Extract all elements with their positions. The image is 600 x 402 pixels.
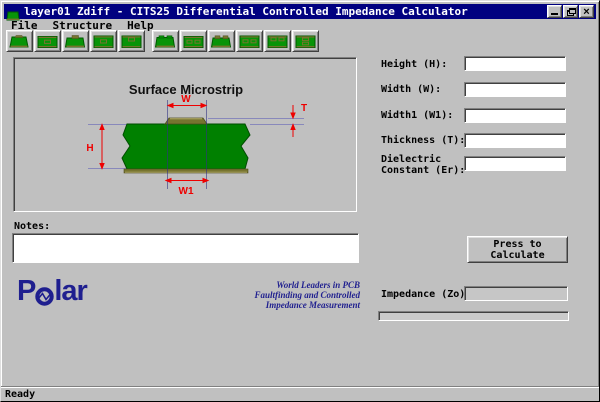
ground-plane-shape (124, 169, 248, 173)
polar-o-icon (35, 284, 54, 303)
brand-tagline: World Leaders in PCB Faultfinding and Co… (174, 280, 360, 310)
impedance-result-field (464, 286, 568, 301)
toolbar-coated-microstrip-button[interactable] (62, 30, 89, 52)
coated-microstrip-icon (65, 34, 86, 49)
diff-coated-microstrip-icon (211, 34, 232, 49)
toolbar-centered-stripline-button[interactable] (90, 30, 117, 52)
dim-label-t: T (301, 103, 307, 114)
thickness-input[interactable] (464, 133, 566, 148)
close-icon: × (583, 7, 589, 17)
dim-label-w: W (181, 94, 191, 105)
minimize-icon (551, 13, 558, 15)
minimize-button[interactable] (547, 5, 562, 18)
centered-stripline-icon (93, 34, 114, 49)
dielectric-label: DielectricConstant (Er): (381, 154, 465, 176)
width1-label: Width1 (W1): (381, 110, 453, 121)
toolbar-diff-embedded-microstrip-button[interactable] (180, 30, 207, 52)
thickness-label: Thickness (T): (381, 135, 465, 146)
calculate-button[interactable]: Press to Calculate (467, 236, 568, 263)
width1-input[interactable] (464, 108, 566, 123)
window-title: layer01 Zdiff - CITS25 Differential Cont… (24, 4, 468, 19)
polar-logo: P lar (17, 278, 87, 304)
substrate-shape (122, 124, 250, 169)
height-label: Height (H): (381, 59, 447, 70)
surface-microstrip-icon (9, 34, 30, 49)
impedance-label: Impedance (Zo): (381, 289, 471, 300)
diff-offset-stripline-icon (267, 34, 288, 49)
toolbar-surface-microstrip-button[interactable] (6, 30, 33, 52)
statusbar: Ready (1, 386, 599, 401)
toolbar-offset-stripline-button[interactable] (118, 30, 145, 52)
offset-stripline-icon (121, 34, 142, 49)
dielectric-input[interactable] (464, 156, 566, 171)
restore-icon (567, 8, 576, 16)
embedded-microstrip-icon (37, 34, 58, 49)
toolbar-embedded-microstrip-button[interactable] (34, 30, 61, 52)
height-input[interactable] (464, 56, 566, 71)
toolbar-diff-coated-microstrip-button[interactable] (208, 30, 235, 52)
toolbar-diff-surface-microstrip-button[interactable] (152, 30, 179, 52)
broadside-coupled-stripline-icon (295, 34, 316, 49)
width-input[interactable] (464, 82, 566, 97)
toolbar (4, 30, 596, 55)
client-area: Surface Microstrip (4, 54, 596, 385)
titlebar[interactable]: layer01 Zdiff - CITS25 Differential Cont… (4, 4, 596, 19)
structure-diagram-panel: Surface Microstrip (13, 57, 357, 212)
diff-centered-stripline-icon (239, 34, 260, 49)
progress-bar (378, 311, 569, 321)
notes-label: Notes: (14, 221, 50, 232)
diff-surface-microstrip-icon (155, 34, 176, 49)
diff-embedded-microstrip-icon (183, 34, 204, 49)
dim-label-h: H (86, 143, 93, 154)
app-icon (6, 6, 20, 17)
toolbar-diff-offset-stripline-button[interactable] (264, 30, 291, 52)
toolbar-broadside-coupled-stripline-button[interactable] (292, 30, 319, 52)
app-window: layer01 Zdiff - CITS25 Differential Cont… (0, 0, 600, 402)
surface-microstrip-diagram: Surface Microstrip (14, 58, 356, 211)
notes-textarea[interactable] (12, 233, 359, 263)
trace-shape (165, 118, 207, 124)
width-label: Width (W): (381, 84, 441, 95)
status-text: Ready (5, 389, 35, 400)
close-button[interactable]: × (579, 5, 594, 18)
restore-button[interactable] (563, 5, 578, 18)
dim-label-w1: W1 (179, 186, 194, 197)
toolbar-diff-centered-stripline-button[interactable] (236, 30, 263, 52)
